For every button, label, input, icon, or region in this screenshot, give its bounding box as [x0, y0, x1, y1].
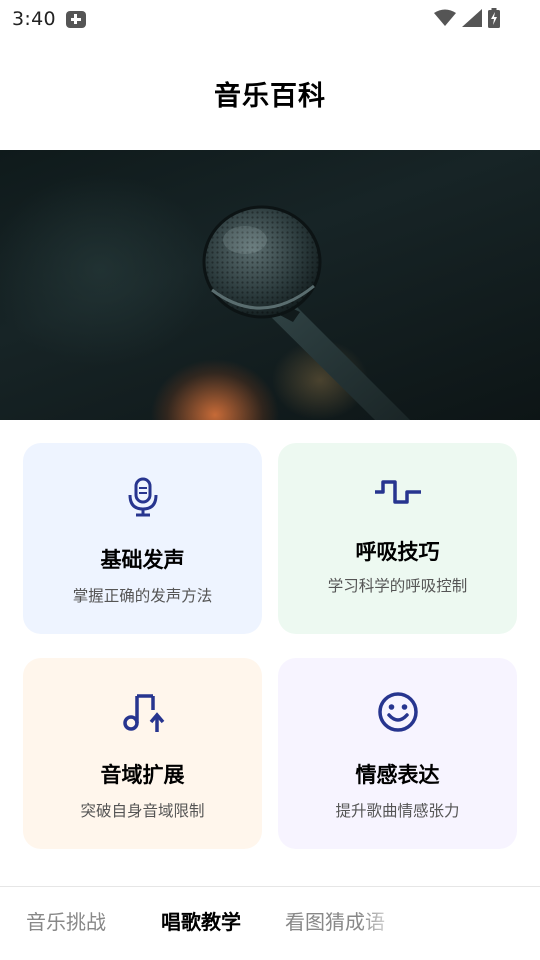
tab-music-challenge[interactable]: 音乐挑战 — [26, 906, 106, 935]
card-range-extension[interactable]: 音域扩展 突破自身音域限制 — [23, 658, 262, 849]
card-subtitle: 突破自身音域限制 — [80, 802, 205, 820]
wifi-icon — [434, 9, 456, 26]
card-title: 情感表达 — [355, 763, 440, 787]
tab-scroll-fade — [360, 890, 420, 950]
tab-singing-lessons[interactable]: 唱歌教学 — [161, 906, 241, 935]
smiley-icon — [377, 692, 418, 732]
tab-bar-divider — [0, 886, 540, 887]
notification-plus-icon — [65, 10, 86, 28]
card-title: 呼吸技巧 — [355, 540, 440, 564]
card-title: 音域扩展 — [100, 763, 185, 787]
music-note-up-icon — [122, 694, 164, 732]
microphone-icon — [128, 477, 157, 517]
status-time: 3:40 — [12, 8, 56, 30]
signal-icon — [462, 9, 482, 27]
microphone-photo — [202, 205, 410, 420]
card-subtitle: 学习科学的呼吸控制 — [327, 577, 468, 595]
page-title: 音乐百科 — [214, 81, 326, 112]
banner-image — [0, 150, 540, 420]
wave-icon — [374, 480, 421, 504]
card-title: 基础发声 — [100, 548, 185, 572]
card-breathing-technique[interactable]: 呼吸技巧 学习科学的呼吸控制 — [278, 443, 517, 634]
status-icons — [434, 8, 500, 28]
card-basic-vocalization[interactable]: 基础发声 掌握正确的发声方法 — [23, 443, 262, 634]
card-subtitle: 提升歌曲情感张力 — [335, 802, 460, 820]
battery-charging-icon — [488, 8, 500, 28]
card-subtitle: 掌握正确的发声方法 — [72, 587, 213, 605]
card-emotional-expression[interactable]: 情感表达 提升歌曲情感张力 — [278, 658, 517, 849]
